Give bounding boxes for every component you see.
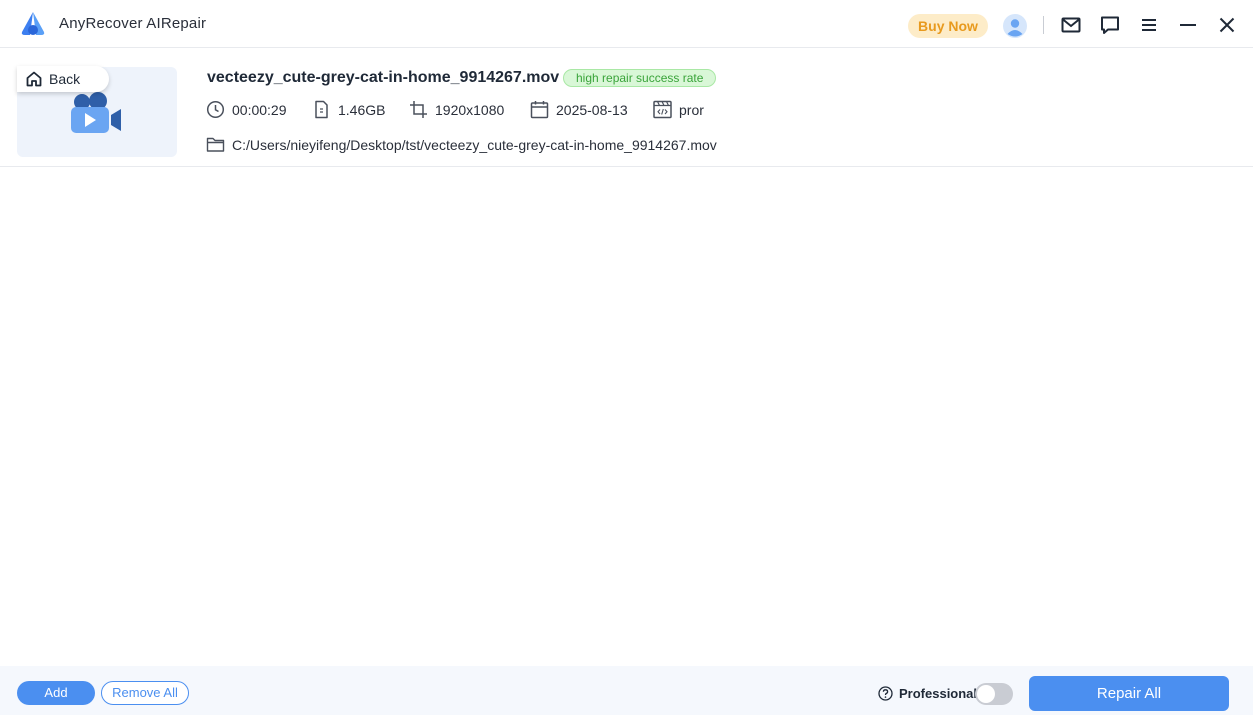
crop-icon xyxy=(410,101,427,118)
back-button[interactable]: Back xyxy=(17,66,109,92)
avatar-icon[interactable] xyxy=(1003,14,1027,38)
help-icon[interactable] xyxy=(878,686,893,701)
footer-bar: Add Remove All Professional Repair All xyxy=(0,666,1253,715)
app-title: AnyRecover AIRepair xyxy=(59,15,207,32)
title-bar: AnyRecover AIRepair Buy Now xyxy=(0,0,1253,48)
codec-icon xyxy=(653,100,672,119)
buy-now-button[interactable]: Buy Now xyxy=(908,14,988,38)
date-value: 2025-08-13 xyxy=(556,102,628,118)
add-button[interactable]: Add xyxy=(17,681,95,705)
size-value: 1.46GB xyxy=(338,102,386,118)
mail-icon[interactable] xyxy=(1060,14,1082,36)
status-badge: high repair success rate xyxy=(563,69,717,87)
video-camera-icon xyxy=(71,92,121,133)
professional-label: Professional xyxy=(899,686,978,701)
chat-icon[interactable] xyxy=(1099,14,1121,36)
minimize-icon[interactable] xyxy=(1177,14,1199,36)
clock-icon xyxy=(206,100,225,119)
folder-icon xyxy=(206,137,225,152)
file-icon xyxy=(315,100,328,119)
codec-value: pror xyxy=(679,102,704,118)
resolution-value: 1920x1080 xyxy=(435,102,505,118)
duration-value: 00:00:29 xyxy=(232,102,287,118)
menu-icon[interactable] xyxy=(1138,14,1160,36)
home-icon xyxy=(26,71,42,87)
path-value: C:/Users/nieyifeng/Desktop/tst/vecteezy_… xyxy=(232,137,717,153)
repair-all-button[interactable]: Repair All xyxy=(1029,676,1229,711)
app-logo-icon xyxy=(21,12,45,35)
file-name: vecteezy_cute-grey-cat-in-home_9914267.m… xyxy=(207,69,560,86)
back-label: Back xyxy=(49,71,81,87)
titlebar-separator xyxy=(1043,16,1044,34)
toggle-knob xyxy=(977,685,995,703)
calendar-icon xyxy=(530,101,549,119)
professional-toggle[interactable] xyxy=(975,683,1013,705)
close-icon[interactable] xyxy=(1216,14,1238,36)
content-area xyxy=(0,168,1253,666)
remove-all-button[interactable]: Remove All xyxy=(101,681,189,705)
